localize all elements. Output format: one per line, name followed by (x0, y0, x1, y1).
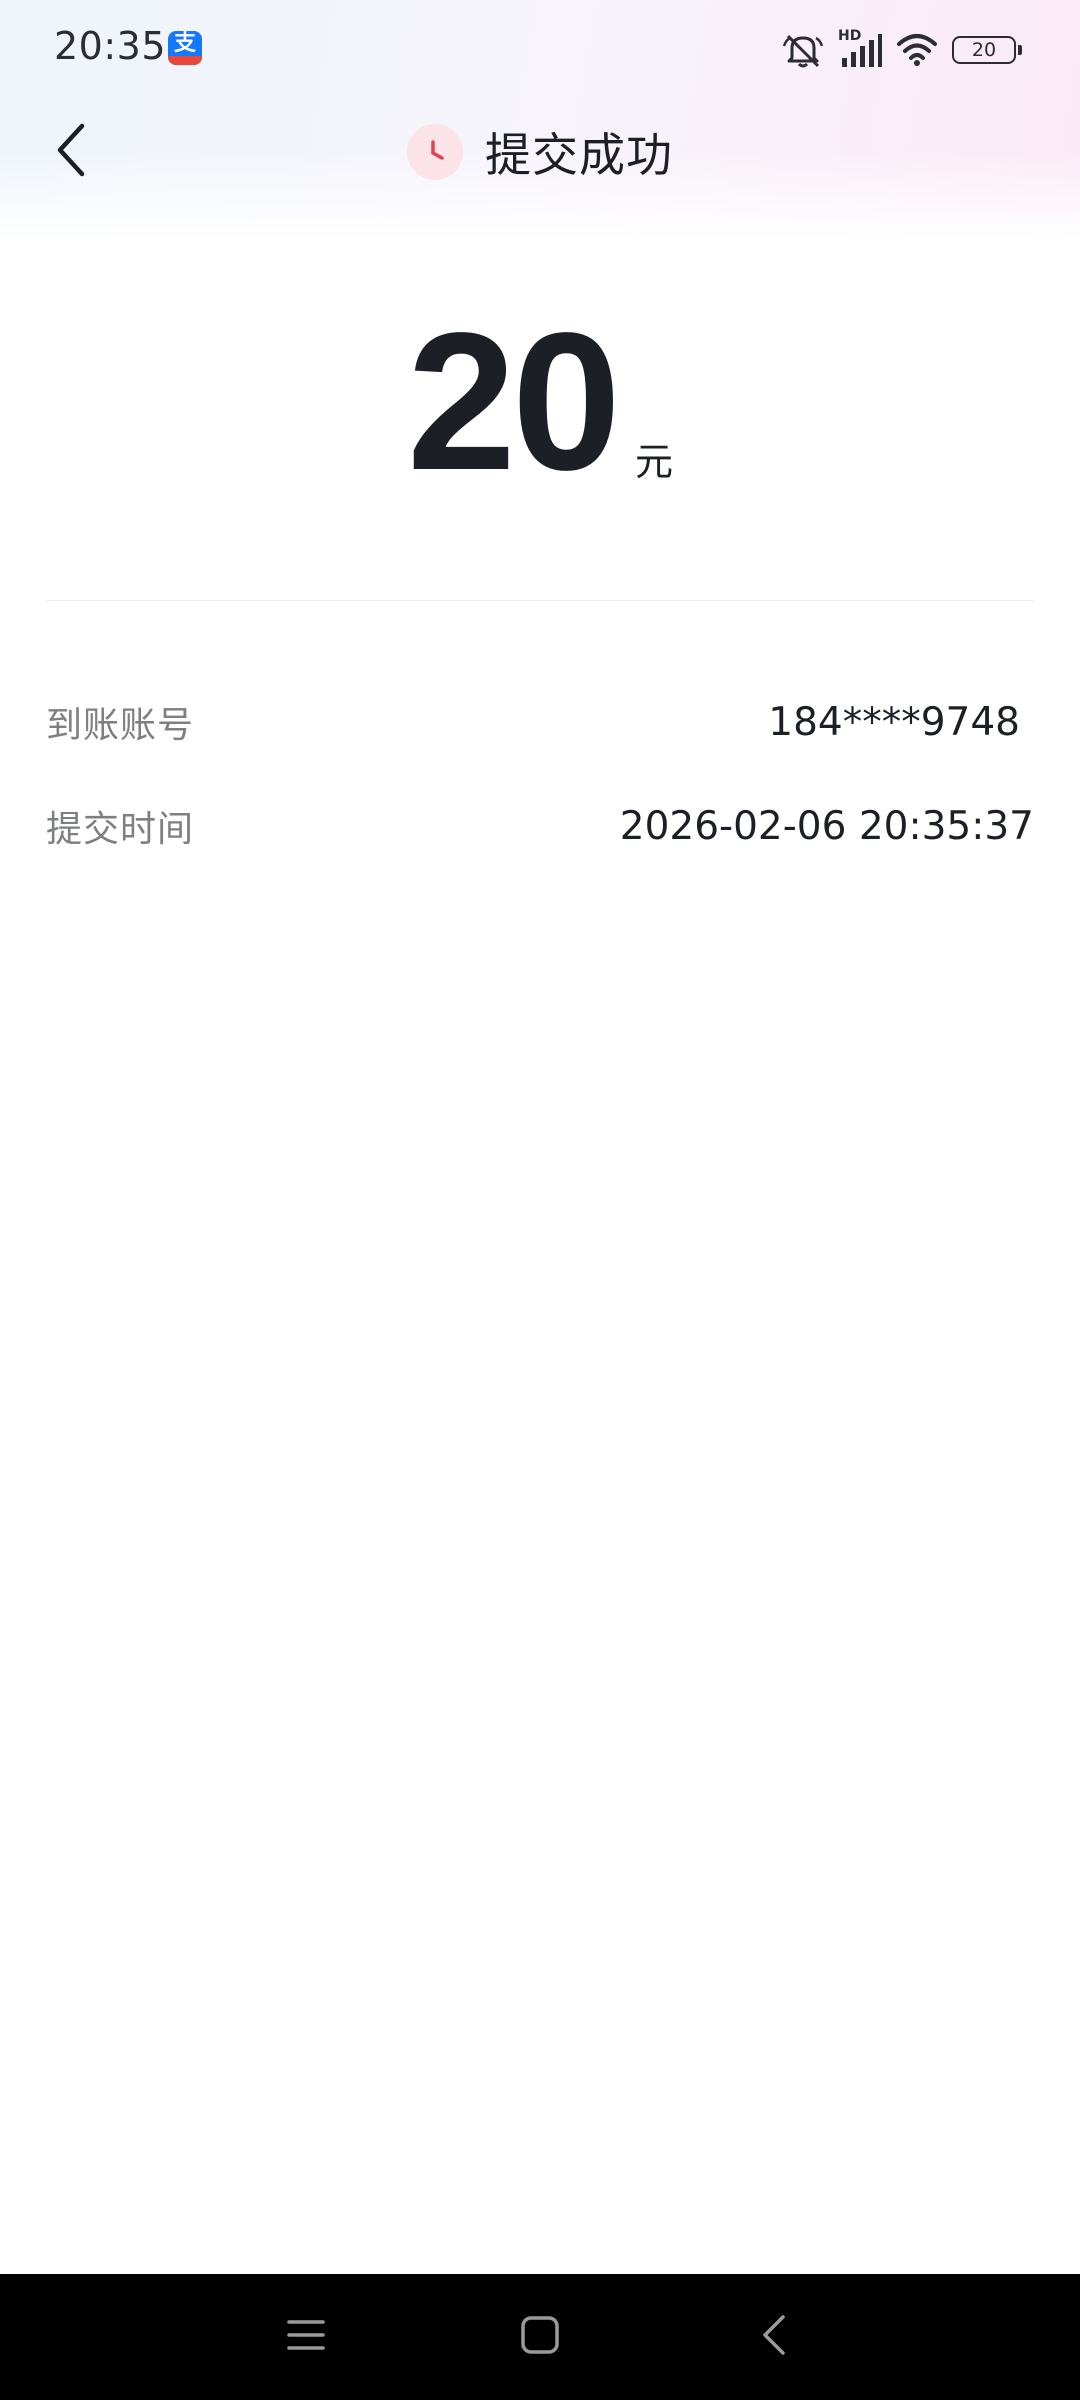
status-bar: 20:35 支 HD 20 (0, 0, 1080, 100)
battery-icon: 20 (952, 36, 1022, 64)
detail-row-account: 到账账号 184****9748 (46, 692, 1034, 752)
amount-value: 20 (406, 292, 621, 511)
account-label: 到账账号 (46, 705, 195, 746)
clock-icon (407, 124, 463, 180)
status-time: 20:35 (54, 24, 167, 68)
mute-bell-icon (782, 30, 824, 70)
amount-unit: 元 (635, 440, 674, 484)
page-title: 提交成功 (485, 128, 673, 182)
account-value: 184****9748 (768, 699, 1020, 745)
detail-row-submit-time: 提交时间 2026-02-06 20:35:37 (46, 796, 1034, 856)
wifi-icon (896, 32, 938, 68)
home-icon (520, 2315, 560, 2359)
submit-time-value: 2026-02-06 20:35:37 (619, 803, 1034, 849)
submit-time-label: 提交时间 (46, 809, 195, 850)
alipay-app-icon: 支 (168, 31, 202, 65)
menu-icon (286, 2317, 326, 2357)
nav-back-button[interactable] (742, 2305, 806, 2369)
divider (46, 600, 1034, 601)
nav-menu-button[interactable] (274, 2305, 338, 2369)
amount-display: 20 元 (0, 300, 1080, 500)
app-badge-glyph: 支 (173, 31, 196, 56)
status-icons: HD 20 (782, 28, 1022, 72)
nav-home-button[interactable] (508, 2305, 572, 2369)
page-header: 提交成功 (0, 110, 1080, 194)
signal-icon: HD (838, 28, 882, 70)
back-icon (759, 2313, 789, 2361)
navigation-bar (0, 2274, 1080, 2400)
battery-level: 20 (971, 38, 997, 61)
